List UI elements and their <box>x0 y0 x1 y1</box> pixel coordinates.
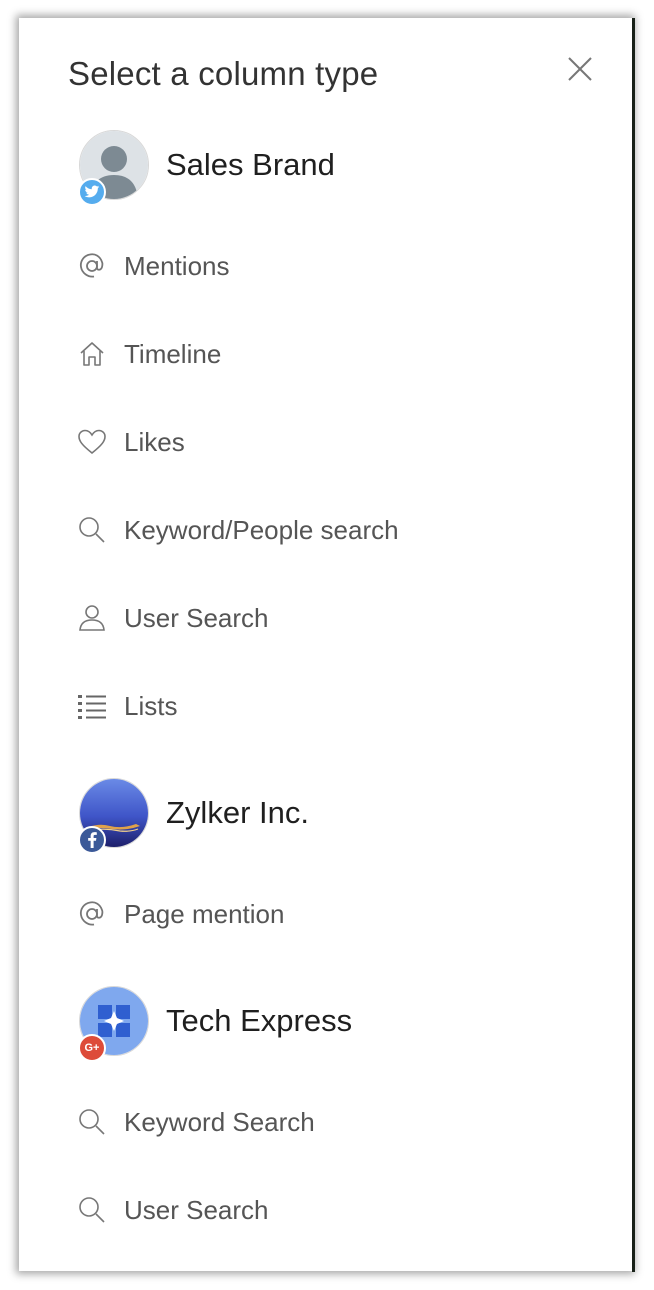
column-option-label: Keyword/People search <box>124 514 399 545</box>
column-option-label: Timeline <box>124 338 222 369</box>
google-plus-badge-icon: G+ <box>78 1034 106 1062</box>
avatar <box>78 778 149 854</box>
backdrop-edge <box>632 18 635 1272</box>
column-option-user-search[interactable]: User Search <box>74 1180 594 1240</box>
at-icon <box>74 248 110 284</box>
avatar <box>78 130 149 206</box>
google-plus-badge-text: G+ <box>84 1042 100 1054</box>
user-icon <box>74 600 110 636</box>
search-icon <box>74 512 110 548</box>
account-header-tech-express: G+ Tech Express <box>78 976 353 1066</box>
account-name: Zylker Inc. <box>166 795 309 830</box>
at-icon <box>74 896 110 932</box>
column-option-page-mention[interactable]: Page mention <box>74 884 594 944</box>
column-option-keyword-people-search[interactable]: Keyword/People search <box>74 500 594 560</box>
facebook-badge-icon <box>78 826 106 854</box>
close-button[interactable] <box>565 54 595 84</box>
column-option-timeline[interactable]: Timeline <box>74 324 594 384</box>
search-icon <box>74 1192 110 1228</box>
column-option-mentions[interactable]: Mentions <box>74 236 594 296</box>
column-option-label: Lists <box>124 690 178 721</box>
column-option-user-search[interactable]: User Search <box>74 588 594 648</box>
column-option-label: User Search <box>124 602 269 633</box>
account-header-sales-brand: Sales Brand <box>78 120 335 210</box>
list-icon <box>74 688 110 724</box>
column-option-label: User Search <box>124 1194 269 1225</box>
account-name: Sales Brand <box>166 147 335 182</box>
twitter-badge-icon <box>78 178 106 206</box>
column-type-dialog: Select a column type Sales Brand Mention… <box>19 18 632 1271</box>
close-icon <box>568 57 592 81</box>
column-option-keyword-search[interactable]: Keyword Search <box>74 1092 594 1152</box>
heart-icon <box>74 424 110 460</box>
account-header-zylker-inc: Zylker Inc. <box>78 768 309 858</box>
column-option-label: Likes <box>124 426 185 457</box>
column-option-label: Keyword Search <box>124 1106 315 1137</box>
dialog-title: Select a column type <box>68 55 379 92</box>
home-icon <box>74 336 110 372</box>
column-option-likes[interactable]: Likes <box>74 412 594 472</box>
column-option-label: Mentions <box>124 250 230 281</box>
avatar: G+ <box>78 986 149 1062</box>
account-name: Tech Express <box>166 1003 353 1038</box>
column-option-label: Page mention <box>124 898 285 929</box>
search-icon <box>74 1104 110 1140</box>
column-option-lists[interactable]: Lists <box>74 676 594 736</box>
